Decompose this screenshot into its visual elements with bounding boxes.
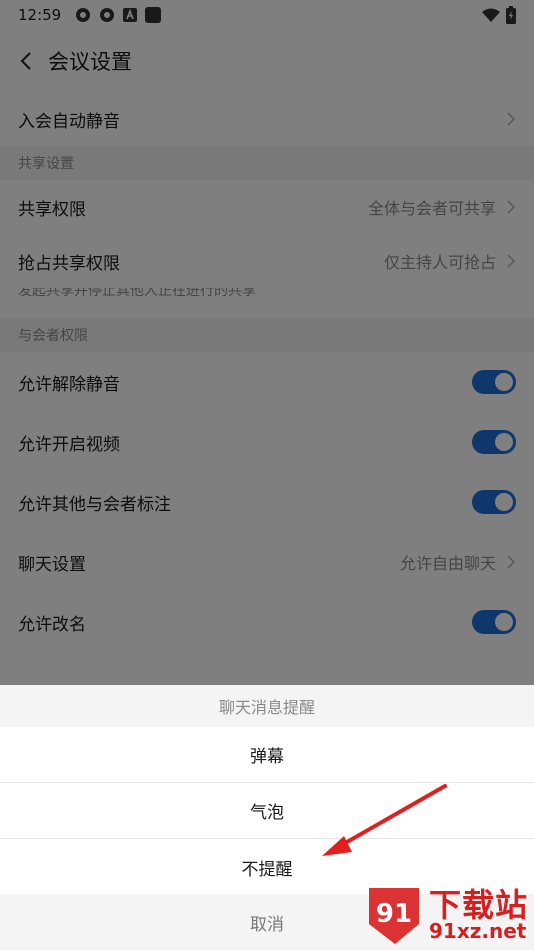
watermark-brand: 下载站 <box>428 886 528 924</box>
option-danmaku[interactable]: 弹幕 <box>0 727 534 783</box>
watermark-url: 91xz.net <box>428 919 527 943</box>
svg-text:91: 91 <box>376 899 412 929</box>
sheet-title: 聊天消息提醒 <box>0 685 534 727</box>
option-bubble[interactable]: 气泡 <box>0 783 534 839</box>
watermark: 91 下载站 91xz.net <box>363 884 528 946</box>
watermark-logo: 91 <box>368 888 419 944</box>
watermark-text: 下载站 91xz.net <box>429 889 528 941</box>
